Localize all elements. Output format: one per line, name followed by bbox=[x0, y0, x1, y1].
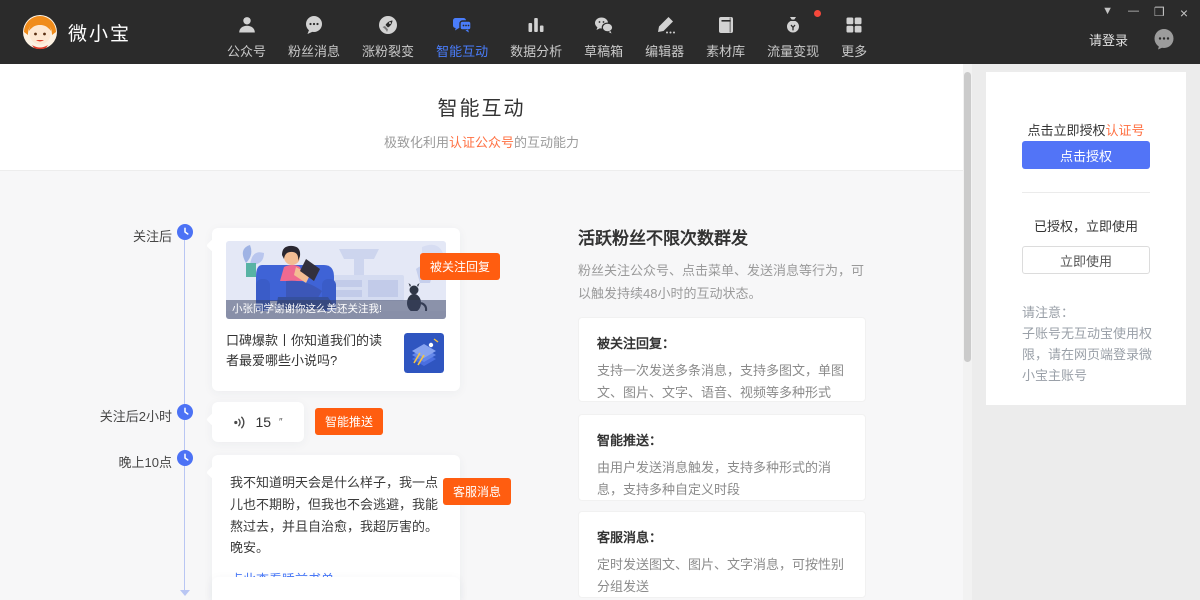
authorize-button[interactable]: 点击授权 bbox=[1022, 141, 1150, 169]
authorize-prompt: 点击立即授权认证号 bbox=[986, 120, 1186, 139]
close-icon[interactable]: × bbox=[1180, 6, 1188, 20]
subtitle-highlight: 认证公众号 bbox=[449, 135, 514, 150]
nav-item-more[interactable]: 更多 bbox=[841, 4, 867, 60]
bubble-tail bbox=[206, 239, 219, 252]
reading-illustration: 小张同学谢谢你这么美还关注我! bbox=[226, 241, 446, 319]
navbar-right: 请登录 bbox=[1089, 27, 1180, 51]
page-title: 智能互动 bbox=[0, 64, 963, 121]
nav-label: 编辑器 bbox=[645, 41, 684, 60]
top-navbar: 微小宝 公众号 粉丝消息 bbox=[0, 0, 1200, 64]
next-card-partial bbox=[212, 577, 460, 600]
window-controls: ▼ — ❒ × bbox=[1102, 6, 1188, 20]
feature-box-body: 支持一次发送多条消息，支持多图文，单图文、图片、文字、语音、视频等多种形式 bbox=[597, 360, 847, 404]
clock-icon bbox=[177, 224, 193, 240]
authorize-prompt-highlight: 认证号 bbox=[1106, 123, 1145, 138]
wechat-icon bbox=[593, 14, 615, 36]
brand[interactable]: 微小宝 bbox=[22, 14, 131, 50]
article-title: 口碑爆款丨你知道我们的读者最爱哪些小说吗? bbox=[226, 331, 392, 371]
bubble-tail bbox=[206, 413, 219, 426]
illustration-caption: 小张同学谢谢你这么美还关注我! bbox=[226, 300, 446, 319]
login-link[interactable]: 请登录 bbox=[1089, 30, 1128, 49]
feature-heading: 活跃粉丝不限次数群发 bbox=[578, 224, 748, 249]
subtitle-suffix: 的互动能力 bbox=[514, 135, 579, 150]
nav-label: 草稿箱 bbox=[584, 41, 623, 60]
article-thumbnail bbox=[404, 333, 444, 373]
feature-description: 粉丝关注公众号、点击菜单、发送消息等行为，可以触发持续48小时的互动状态。 bbox=[578, 260, 874, 306]
nav-item-fan-messages[interactable]: 粉丝消息 bbox=[288, 4, 340, 60]
user-icon bbox=[236, 14, 258, 36]
nav-label: 涨粉裂变 bbox=[362, 41, 414, 60]
nav-label: 公众号 bbox=[227, 41, 266, 60]
article-row[interactable]: 口碑爆款丨你知道我们的读者最爱哪些小说吗? bbox=[226, 331, 446, 373]
feature-box-customer-service: 客服消息： 定时发送图文、图片、文字消息，可按性别分组发送 bbox=[578, 511, 866, 598]
nav-item-fan-growth[interactable]: 涨粉裂变 bbox=[362, 4, 414, 60]
bubble-tail bbox=[206, 466, 219, 479]
weixiaobao-mascot-logo bbox=[22, 14, 58, 50]
clock-icon bbox=[177, 404, 193, 420]
nav-label: 智能互动 bbox=[436, 41, 488, 60]
divider bbox=[1022, 192, 1150, 193]
nav-label: 更多 bbox=[841, 41, 867, 60]
nav-item-public-account[interactable]: 公众号 bbox=[227, 4, 266, 60]
vertical-scrollbar-thumb[interactable] bbox=[964, 72, 971, 362]
chat-dots-icon bbox=[303, 14, 325, 36]
note-body: 子账号无互动宝使用权限，请在网页端登录微小宝主账号 bbox=[1022, 323, 1154, 386]
auth-card: 点击立即授权认证号 点击授权 已授权，立即使用 立即使用 请注意： 子账号无互动… bbox=[986, 72, 1186, 405]
badge-follow-reply: 被关注回复 bbox=[420, 253, 500, 280]
voice-message-card[interactable]: 15 ″ bbox=[212, 402, 304, 442]
bubbles-icon bbox=[451, 14, 473, 36]
nav-label: 流量变现 bbox=[767, 41, 819, 60]
use-now-button[interactable]: 立即使用 bbox=[1022, 246, 1150, 274]
nav-item-smart-interaction[interactable]: 智能互动 bbox=[436, 4, 488, 60]
page-subtitle: 极致化利用认证公众号的互动能力 bbox=[0, 132, 963, 151]
timeline-arrow bbox=[180, 590, 190, 596]
nav-item-monetization[interactable]: 流量变现 bbox=[767, 4, 819, 60]
subtitle-prefix: 极致化利用 bbox=[384, 135, 449, 150]
nav-label: 素材库 bbox=[706, 41, 745, 60]
collapse-icon[interactable]: ▼ bbox=[1102, 6, 1113, 20]
feature-box-follow-reply: 被关注回复： 支持一次发送多条消息，支持多图文，单图文、图片、文字、语音、视频等… bbox=[578, 317, 866, 402]
rocket-icon bbox=[377, 14, 399, 36]
feature-box-title: 被关注回复： bbox=[597, 333, 847, 352]
grid-icon bbox=[843, 14, 865, 36]
customer-service-icon[interactable] bbox=[1152, 27, 1176, 51]
nav-item-data-analysis[interactable]: 数据分析 bbox=[510, 4, 562, 60]
feature-box-body: 定时发送图文、图片、文字消息，可按性别分组发送 bbox=[597, 554, 847, 598]
authorize-prompt-text: 点击立即授权 bbox=[1027, 123, 1105, 138]
voice-duration: 15 bbox=[255, 414, 271, 430]
library-icon bbox=[715, 14, 737, 36]
feature-box-title: 智能推送： bbox=[597, 430, 847, 449]
nav-label: 粉丝消息 bbox=[288, 41, 340, 60]
voice-wave-icon bbox=[233, 415, 248, 430]
main-navigation: 公众号 粉丝消息 涨粉裂变 bbox=[227, 4, 867, 60]
feature-box-body: 由用户发送消息触发，支持多种形式的消息，支持多种自定义时段 bbox=[597, 457, 847, 501]
page-header: 智能互动 极致化利用认证公众号的互动能力 bbox=[0, 64, 963, 171]
maximize-icon[interactable]: ❒ bbox=[1154, 6, 1165, 20]
feature-box-smart-push: 智能推送： 由用户发送消息触发，支持多种形式的消息，支持多种自定义时段 bbox=[578, 414, 866, 501]
timeline-label-2hours: 关注后2小时 bbox=[100, 406, 172, 425]
message-text: 我不知道明天会是什么样子，我一点儿也不期盼，但我也不会逃避，我能熬过去，并且自治… bbox=[230, 472, 442, 559]
nav-item-material-library[interactable]: 素材库 bbox=[706, 4, 745, 60]
authorized-text: 已授权，立即使用 bbox=[986, 216, 1186, 235]
minimize-icon[interactable]: — bbox=[1128, 6, 1139, 20]
badge-smart-push: 智能推送 bbox=[315, 408, 383, 435]
timeline-label-10pm: 晚上10点 bbox=[119, 452, 172, 471]
badge-customer-service: 客服消息 bbox=[443, 478, 511, 505]
pencil-icon bbox=[654, 14, 676, 36]
auth-sidebar: 点击立即授权认证号 点击授权 已授权，立即使用 立即使用 请注意： 子账号无互动… bbox=[972, 64, 1200, 600]
notification-dot bbox=[814, 10, 821, 17]
nav-item-editor[interactable]: 编辑器 bbox=[645, 4, 684, 60]
timeline-label-after-follow: 关注后 bbox=[133, 226, 172, 245]
clock-icon bbox=[177, 450, 193, 466]
feature-box-title: 客服消息： bbox=[597, 527, 847, 546]
nav-item-drafts[interactable]: 草稿箱 bbox=[584, 4, 623, 60]
nav-label: 数据分析 bbox=[510, 41, 562, 60]
money-bag-icon bbox=[782, 14, 804, 36]
bar-chart-icon bbox=[525, 14, 547, 36]
seconds-mark: ″ bbox=[279, 417, 283, 428]
note-title: 请注意： bbox=[1022, 302, 1074, 321]
brand-name: 微小宝 bbox=[68, 19, 131, 46]
main-content: 智能互动 极致化利用认证公众号的互动能力 关注后 关注后2小时 晚上10点 bbox=[0, 64, 963, 600]
